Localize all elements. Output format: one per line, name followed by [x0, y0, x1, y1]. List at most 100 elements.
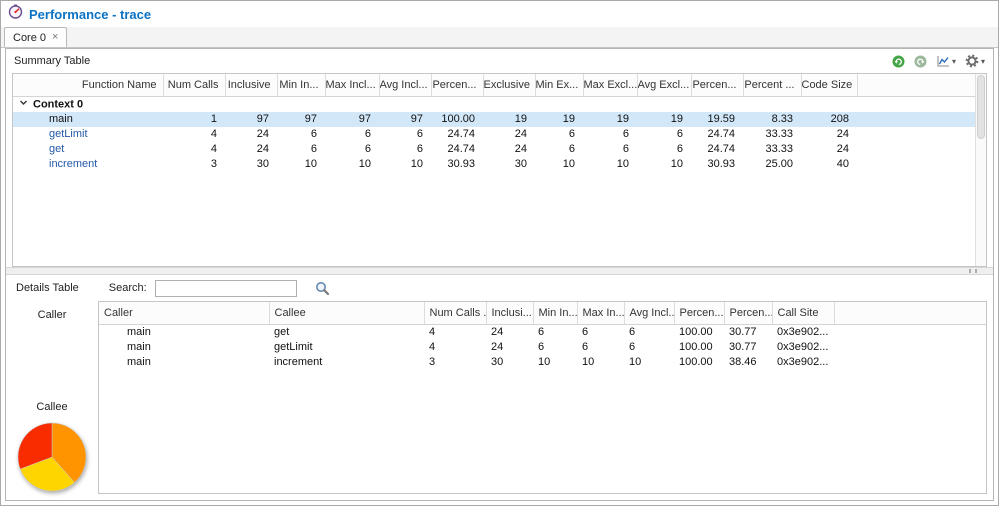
callee-label: Callee: [36, 401, 68, 413]
chart-export-icon[interactable]: ▾: [936, 55, 956, 68]
function-name-cell[interactable]: increment: [13, 157, 163, 172]
value-cell: 24: [836, 142, 849, 155]
performance-window: Performance - trace Core 0 × Summary Tab…: [0, 0, 999, 506]
value-cell: 19.59: [707, 112, 735, 125]
value-cell: 6: [582, 340, 589, 353]
column-header[interactable]: Min Ex...: [535, 74, 584, 97]
column-header[interactable]: Percen...: [431, 74, 484, 97]
section-splitter[interactable]: [6, 267, 993, 275]
search-icon[interactable]: [315, 281, 330, 296]
value-cell: 24: [836, 127, 849, 140]
value-cell: Context 0: [13, 96, 986, 112]
details-row[interactable]: main getLimit 4 24 6 6 6 100.00 30.77 0x3e902...: [99, 340, 986, 355]
chevron-down-icon[interactable]: [19, 97, 28, 112]
value-cell: 97: [304, 112, 317, 125]
column-header[interactable]: Exclusive: [483, 74, 536, 97]
close-icon[interactable]: ×: [52, 32, 58, 43]
chevron-down-icon: ▾: [980, 56, 985, 66]
value-cell: 0x3e902...: [777, 340, 829, 353]
column-header[interactable]: Call Site: [772, 302, 835, 325]
value-cell: 24: [491, 340, 504, 353]
function-name-cell: main: [49, 112, 73, 125]
callee-pie-chart[interactable]: [15, 420, 89, 497]
column-header[interactable]: Avg Excl...: [637, 74, 692, 97]
column-header[interactable]: Percen...: [691, 74, 744, 97]
value-cell: 100.00: [679, 325, 713, 338]
column-header[interactable]: Num Calls ...: [424, 302, 487, 325]
value-cell: 24.74: [707, 127, 735, 140]
details-row[interactable]: main get 4 24 6 6 6 100.00 30.77 0x3e902...: [99, 324, 986, 340]
column-header[interactable]: Inclusive: [225, 74, 278, 97]
column-header[interactable]: Callee: [269, 302, 425, 325]
settings-gear-icon[interactable]: ▾: [965, 54, 985, 68]
value-cell: [857, 127, 986, 142]
value-cell: 0x3e902...: [777, 325, 829, 338]
value-cell: 6: [538, 340, 545, 353]
value-cell: 30: [491, 355, 504, 368]
column-header[interactable]: Max In...: [577, 302, 625, 325]
value-cell: 97: [256, 112, 269, 125]
details-body: Caller Callee CallerCalleeNum Calls ...I…: [6, 301, 993, 500]
column-header[interactable]: Caller: [99, 302, 270, 325]
vertical-scrollbar[interactable]: [975, 74, 986, 266]
caller-callee-panel: Caller Callee: [6, 301, 98, 500]
value-cell: 6: [416, 127, 423, 140]
summary-header-row: Function Name Num Calls Inclusive Min In...…: [13, 74, 986, 97]
column-header[interactable]: Percen...: [724, 302, 773, 325]
value-cell: main: [127, 340, 151, 353]
value-cell: 6: [310, 127, 317, 140]
group-row-context[interactable]: Context 0: [13, 96, 986, 112]
value-cell: 10: [562, 157, 575, 170]
column-header[interactable]: Percen...: [674, 302, 725, 325]
value-cell: main: [127, 325, 151, 338]
value-cell: 6: [364, 142, 371, 155]
details-table-label: Details Table: [16, 282, 79, 294]
details-table: CallerCalleeNum Calls ...Inclusi...Min I…: [99, 302, 986, 370]
value-cell: [834, 324, 986, 340]
value-cell: 24.74: [447, 142, 475, 155]
details-row[interactable]: main increment 3 30 10 10 10 100.00 38.46 0x3e902…: [99, 355, 986, 370]
summary-row-get[interactable]: get 4 24 6 6 6 24.74 24 6 6 6 24.74 33.33 24: [13, 142, 986, 157]
column-header[interactable]: Avg Incl...: [624, 302, 675, 325]
value-cell: 10: [582, 355, 595, 368]
value-cell: 4: [429, 340, 436, 353]
tab-bar: Core 0 ×: [1, 27, 998, 48]
value-cell: 30: [514, 157, 527, 170]
scrollbar-thumb[interactable]: [977, 75, 985, 139]
summary-row-getLimit[interactable]: getLimit 4 24 6 6 6 24.74 24 6 6 6 24.74 33.33 24: [13, 127, 986, 142]
value-cell: 6: [568, 127, 575, 140]
summary-row-main[interactable]: main 1 97 97 97 97 100.00 19 19 19 19 19.59 8.33 208: [13, 111, 986, 127]
performance-view: Summary Table ▾ ▾ Function Name Num Call…: [5, 48, 994, 501]
value-cell: 10: [410, 157, 423, 170]
summary-row-increment[interactable]: increment 3 30 10 10 10 30.93 30 10 10 10 30.93 25.0…: [13, 157, 986, 172]
column-header[interactable]: Inclusi...: [486, 302, 534, 325]
tab-core-0[interactable]: Core 0 ×: [4, 27, 68, 47]
value-cell: [857, 157, 986, 172]
refresh-back-icon[interactable]: [914, 55, 927, 68]
column-header[interactable]: Function Name: [13, 74, 164, 97]
column-header[interactable]: Num Calls: [163, 74, 226, 97]
refresh-forward-icon[interactable]: [892, 55, 905, 68]
function-name-cell[interactable]: get: [13, 142, 163, 157]
value-cell: 4: [210, 127, 217, 140]
value-cell: 100.00: [441, 112, 475, 125]
column-header[interactable]: Max Incl...: [325, 74, 380, 97]
value-cell: [857, 142, 986, 157]
window-title: Performance - trace: [29, 6, 152, 22]
column-header[interactable]: Percent ...: [743, 74, 802, 97]
details-header: Details Table Search:: [6, 275, 993, 301]
function-name-cell[interactable]: getLimit: [13, 127, 163, 142]
column-header[interactable]: Avg Incl...: [379, 74, 432, 97]
column-header[interactable]: Code Size: [801, 74, 858, 97]
details-section: Details Table Search: Caller Callee Call…: [6, 275, 993, 500]
summary-table: Function Name Num Calls Inclusive Min In...…: [13, 74, 986, 172]
summary-section: Summary Table ▾ ▾ Function Name Num Call…: [6, 49, 993, 267]
column-header[interactable]: Min In...: [277, 74, 326, 97]
column-header[interactable]: Max Excl...: [583, 74, 638, 97]
summary-table-container: Function Name Num Calls Inclusive Min In...…: [12, 73, 987, 267]
value-cell: 208: [830, 112, 849, 125]
value-cell: 97: [358, 112, 371, 125]
column-header[interactable]: Min In...: [533, 302, 578, 325]
search-input[interactable]: [154, 279, 297, 297]
value-cell: 10: [358, 157, 371, 170]
